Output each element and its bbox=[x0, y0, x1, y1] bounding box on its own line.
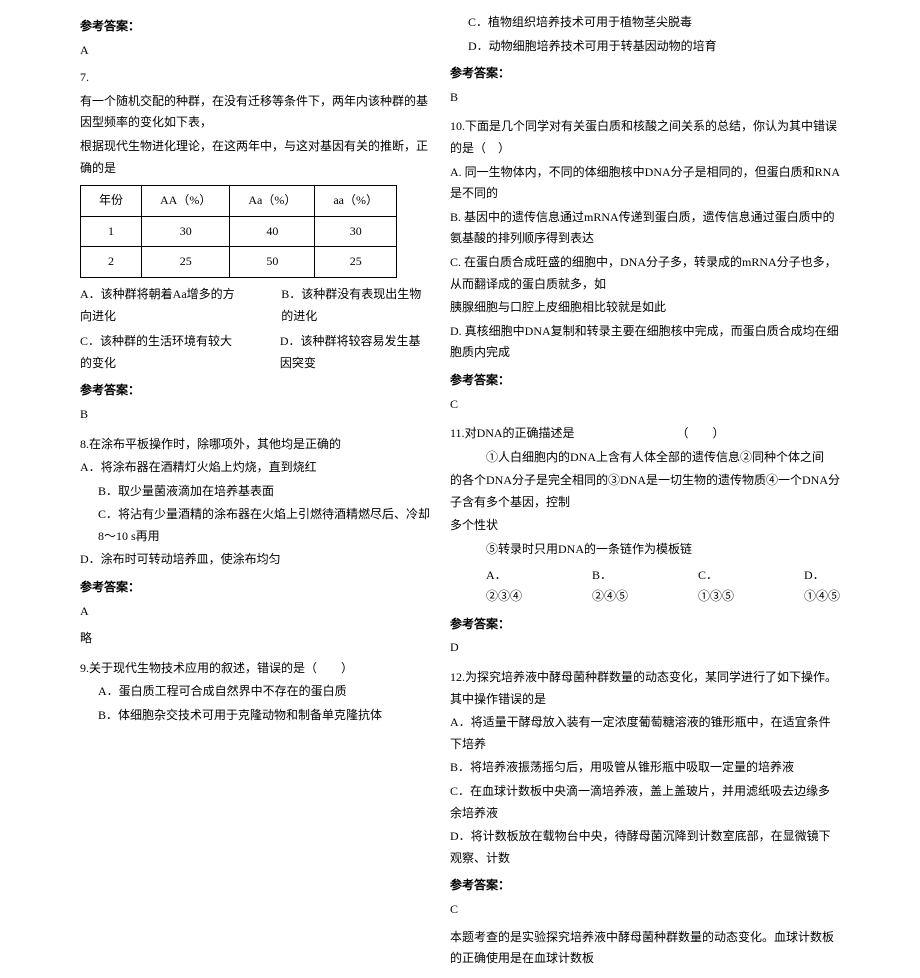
q12-stem: 为探究培养液中酵母菌种群数量的动态变化，某同学进行了如下操作。其中操作错误的是 bbox=[450, 670, 837, 706]
q8-option-d: D．涂布时可转动培养皿，使涂布均匀 bbox=[80, 549, 430, 571]
q8-stem: 在涂布平板操作时，除哪项外，其他均是正确的 bbox=[89, 437, 341, 451]
q9-stem: 关于现代生物技术应用的叙述，错误的是（ ） bbox=[89, 661, 353, 675]
q10-option-c-line2: 胰腺细胞与口腔上皮细胞相比较就是如此 bbox=[450, 297, 840, 319]
answer-value-6: A bbox=[80, 40, 430, 62]
table-row: 2 25 50 25 bbox=[81, 247, 397, 278]
q11-option-c: C．①③⑤ bbox=[698, 565, 734, 608]
q9-number: 9. bbox=[80, 661, 89, 675]
q11-line3: 多个性状 bbox=[450, 515, 840, 537]
q8-option-c: C．将沾有少量酒精的涂布器在火焰上引燃待酒精燃尽后、冷却8～10 s再用 bbox=[80, 504, 430, 547]
question-9: 9.关于现代生物技术应用的叙述，错误的是（ ） A．蛋白质工程可合成自然界中不存… bbox=[80, 658, 430, 727]
q9-option-d: D．动物细胞培养技术可用于转基因动物的培育 bbox=[450, 36, 840, 58]
answer-label: 参考答案： bbox=[450, 63, 840, 85]
q7-option-a: A．该种群将朝着Aa增多的方向进化 bbox=[80, 284, 241, 327]
left-column: 参考答案： A 7. 有一个随机交配的种群，在没有迁移等条件下，两年内该种群的基… bbox=[80, 10, 430, 978]
q11-option-d: D．①④⑤ bbox=[804, 565, 840, 608]
question-7: 7. 有一个随机交配的种群，在没有迁移等条件下，两年内该种群的基因型频率的变化如… bbox=[80, 67, 430, 425]
q7-table: 年份 AA（%） Aa（%） aa（%） 1 30 40 30 2 25 50 … bbox=[80, 185, 397, 278]
two-column-layout: 参考答案： A 7. 有一个随机交配的种群，在没有迁移等条件下，两年内该种群的基… bbox=[0, 10, 920, 978]
answer-value-9: B bbox=[450, 87, 840, 109]
question-8: 8.在涂布平板操作时，除哪项外，其他均是正确的 A．将涂布器在酒精灯火焰上灼烧，… bbox=[80, 434, 430, 650]
q11-option-b: B．②④⑤ bbox=[592, 565, 628, 608]
answer-label: 参考答案： bbox=[80, 577, 430, 599]
table-cell: 25 bbox=[315, 247, 397, 278]
table-cell: 25 bbox=[142, 247, 230, 278]
answer-value-12: C bbox=[450, 899, 840, 921]
answer-value-8: A bbox=[80, 601, 430, 623]
question-9-cont: C．植物组织培养技术可用于植物茎尖脱毒 D．动物细胞培养技术可用于转基因动物的培… bbox=[450, 12, 840, 108]
answer-label: 参考答案： bbox=[450, 614, 840, 636]
table-cell: 30 bbox=[142, 216, 230, 247]
q12-option-b: B．将培养液振荡摇匀后，用吸管从锥形瓶中吸取一定量的培养液 bbox=[450, 757, 840, 779]
q8-number: 8. bbox=[80, 437, 89, 451]
answer-label: 参考答案： bbox=[450, 370, 840, 392]
answer-value-10: C bbox=[450, 394, 840, 416]
q9-option-b: B．体细胞杂交技术可用于克隆动物和制备单克隆抗体 bbox=[80, 705, 430, 727]
table-header-row: 年份 AA（%） Aa（%） aa（%） bbox=[81, 186, 397, 217]
table-cell: 30 bbox=[315, 216, 397, 247]
q12-option-a: A．将适量干酵母放入装有一定浓度葡萄糖溶液的锥形瓶中，在适宜条件下培养 bbox=[450, 712, 840, 755]
answer-label: 参考答案： bbox=[80, 16, 430, 38]
q7-text1: 有一个随机交配的种群，在没有迁移等条件下，两年内该种群的基因型频率的变化如下表， bbox=[80, 91, 430, 134]
q8-option-b: B．取少量菌液滴加在培养基表面 bbox=[80, 481, 430, 503]
q7-options-row2: C．该种群的生活环境有较大的变化 D．该种群将较容易发生基因突变 bbox=[80, 331, 430, 374]
q10-option-b: B. 基因中的遗传信息通过mRNA传递到蛋白质，遗传信息通过蛋白质中的氨基酸的排… bbox=[450, 207, 840, 250]
q10-option-a: A. 同一生物体内，不同的体细胞核中DNA分子是相同的，但蛋白质和RNA是不同的 bbox=[450, 162, 840, 205]
table-header: aa（%） bbox=[315, 186, 397, 217]
right-column: C．植物组织培养技术可用于植物茎尖脱毒 D．动物细胞培养技术可用于转基因动物的培… bbox=[450, 10, 840, 978]
answer-label: 参考答案： bbox=[450, 875, 840, 897]
q10-stem: 下面是几个同学对有关蛋白质和核酸之间关系的总结，你认为其中错误的是（ ） bbox=[450, 119, 837, 155]
q11-line1: ①人白细胞内的DNA上含有人体全部的遗传信息②同种个体之间 bbox=[450, 447, 840, 469]
question-12: 12.为探究培养液中酵母菌种群数量的动态变化，某同学进行了如下操作。其中操作错误… bbox=[450, 667, 840, 970]
q7-number: 7. bbox=[80, 70, 89, 84]
q10-option-c-line1: C. 在蛋白质合成旺盛的细胞中，DNA分子多，转录成的mRNA分子也多，从而翻译… bbox=[450, 252, 840, 295]
q11-stem: 对DNA的正确描述是 （ ） bbox=[465, 426, 725, 440]
q11-option-a: A．②③④ bbox=[486, 565, 522, 608]
q11-number: 11. bbox=[450, 426, 465, 440]
question-11: 11.对DNA的正确描述是 （ ） ①人白细胞内的DNA上含有人体全部的遗传信息… bbox=[450, 423, 840, 659]
q8-option-a: A．将涂布器在酒精灯火焰上灼烧，直到烧红 bbox=[80, 457, 430, 479]
answer-value-11: D bbox=[450, 637, 840, 659]
q12-option-c: C．在血球计数板中央滴一滴培养液，盖上盖玻片，并用滤纸吸去边缘多余培养液 bbox=[450, 781, 840, 824]
answer-label: 参考答案： bbox=[80, 380, 430, 402]
q7-option-b: B．该种群没有表现出生物的进化 bbox=[281, 284, 430, 327]
q11-options: A．②③④ B．②④⑤ C．①③⑤ D．①④⑤ bbox=[450, 565, 840, 608]
table-header: Aa（%） bbox=[230, 186, 315, 217]
table-cell: 50 bbox=[230, 247, 315, 278]
q11-line2: 的各个DNA分子是完全相同的③DNA是一切生物的遗传物质④一个DNA分子含有多个… bbox=[450, 470, 840, 513]
answer-value-7: B bbox=[80, 404, 430, 426]
q12-number: 12. bbox=[450, 670, 465, 684]
question-10: 10.下面是几个同学对有关蛋白质和核酸之间关系的总结，你认为其中错误的是（ ） … bbox=[450, 116, 840, 415]
table-row: 1 30 40 30 bbox=[81, 216, 397, 247]
q9-option-a: A．蛋白质工程可合成自然界中不存在的蛋白质 bbox=[80, 681, 430, 703]
q10-number: 10. bbox=[450, 119, 465, 133]
table-cell: 2 bbox=[81, 247, 142, 278]
q7-option-c: C．该种群的生活环境有较大的变化 bbox=[80, 331, 240, 374]
q8-note: 略 bbox=[80, 628, 430, 650]
q9-option-c: C．植物组织培养技术可用于植物茎尖脱毒 bbox=[450, 12, 840, 34]
q10-option-d: D. 真核细胞中DNA复制和转录主要在细胞核中完成，而蛋白质合成均在细胞质内完成 bbox=[450, 321, 840, 364]
q11-line4: ⑤转录时只用DNA的一条链作为模板链 bbox=[450, 539, 840, 561]
table-header: 年份 bbox=[81, 186, 142, 217]
q7-text2: 根据现代生物进化理论，在这两年中，与这对基因有关的推断，正确的是 bbox=[80, 136, 430, 179]
table-cell: 1 bbox=[81, 216, 142, 247]
table-cell: 40 bbox=[230, 216, 315, 247]
q7-options-row1: A．该种群将朝着Aa增多的方向进化 B．该种群没有表现出生物的进化 bbox=[80, 284, 430, 327]
table-header: AA（%） bbox=[142, 186, 230, 217]
q12-explanation: 本题考查的是实验探究培养液中酵母菌种群数量的动态变化。血球计数板的正确使用是在血… bbox=[450, 927, 840, 970]
q12-option-d: D．将计数板放在载物台中央，待酵母菌沉降到计数室底部，在显微镜下观察、计数 bbox=[450, 826, 840, 869]
q7-option-d: D．该种群将较容易发生基因突变 bbox=[280, 331, 430, 374]
